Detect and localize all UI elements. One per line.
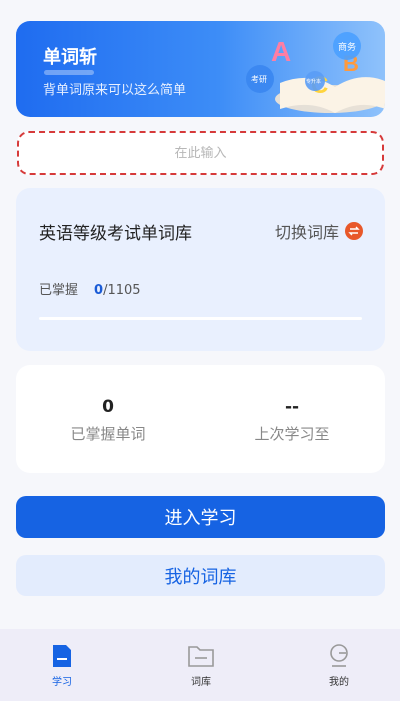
tab-profile-label: 我的 [329,677,349,688]
header-banner: 单词斩 背单词原来可以这么简单 A C B 商务 考研 专升本 [16,21,385,117]
search-box[interactable] [17,131,384,175]
my-library-button[interactable]: 我的词库 [16,555,385,596]
last-studied-label: 上次学习至 [254,425,330,443]
banner-tag-kaoyan: 考研 [251,75,267,84]
total-words: /1105 [103,283,141,298]
app-title: 单词斩 [43,47,97,68]
tab-study-label: 学习 [52,677,72,688]
library-name: 英语等级考试单词库 [39,224,192,244]
swap-icon [345,222,363,240]
stat-last-studied: -- 上次学习至 [212,397,372,444]
banner-tag-zhuanshengben: 专升本 [306,78,321,85]
switch-library-button[interactable]: 切换词库 [275,219,363,243]
tab-library-label: 词库 [191,677,211,688]
study-icon [27,643,97,669]
svg-text:A: A [271,36,291,67]
banner-illustration: A C B 商务 考研 专升本 [246,32,385,113]
bottom-tab-bar: 学习 词库 我的 [0,629,400,701]
folder-icon [166,643,236,669]
mastered-progress-text: 已掌握 0/1105 [39,279,141,298]
last-studied-value: -- [284,397,300,417]
stats-card: 0 已掌握单词 -- 上次学习至 [16,365,385,473]
library-card: 英语等级考试单词库 切换词库 已掌握 0/1105 [16,188,385,351]
mastered-words-label: 已掌握单词 [70,425,146,443]
tab-profile[interactable]: 我的 [304,643,374,688]
start-study-button[interactable]: 进入学习 [16,496,385,538]
mastered-count: 0 [94,283,104,298]
app-subtitle: 背单词原来可以这么简单 [43,83,187,98]
profile-icon [304,643,374,669]
progress-bar [39,317,362,320]
tab-study[interactable]: 学习 [27,643,97,688]
tab-library[interactable]: 词库 [166,643,236,688]
mastered-words-value: 0 [102,397,114,417]
mastered-label: 已掌握 [39,283,79,298]
title-underline [44,70,94,75]
switch-library-label: 切换词库 [274,223,339,242]
banner-tag-business: 商务 [338,41,356,53]
search-input[interactable] [19,145,382,161]
stat-mastered: 0 已掌握单词 [28,397,188,444]
